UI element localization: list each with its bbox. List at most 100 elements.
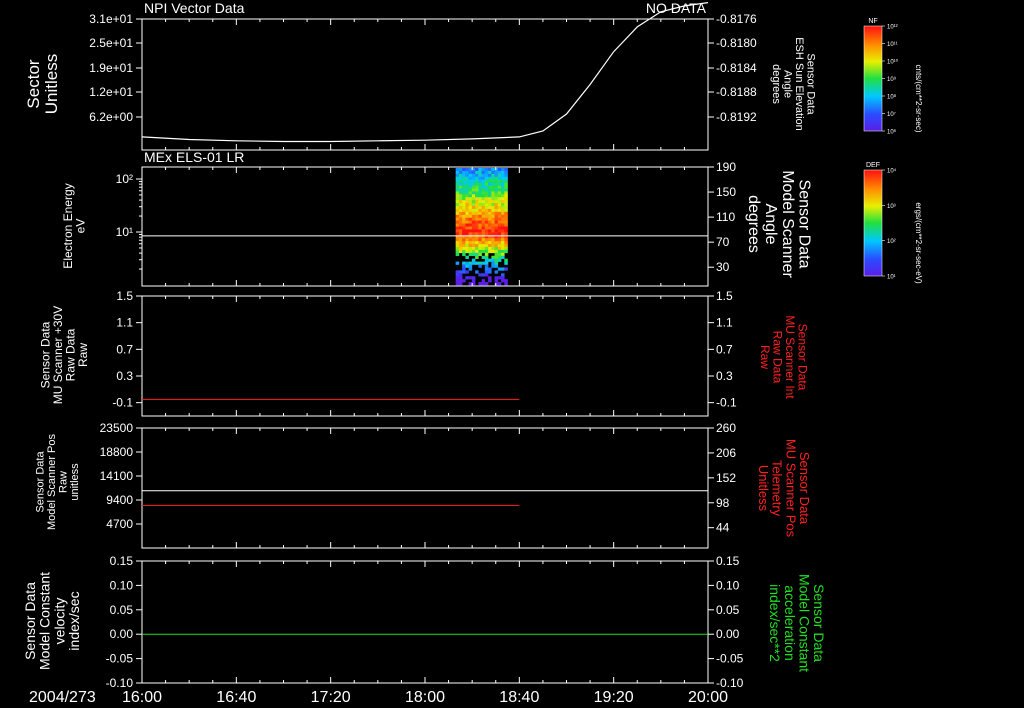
spectrogram-cell: [497, 276, 502, 280]
spectrogram-cell: [462, 252, 466, 257]
spectrogram-cell: [465, 191, 469, 195]
spectrogram-cell: [471, 170, 476, 175]
spectrogram-cell: [478, 208, 482, 213]
right-axis-label: Sensor DataMU Scanner PosTelemetryUnitle…: [756, 439, 812, 538]
left-tick-label: 0.3: [116, 369, 133, 383]
spectrogram-cell: [497, 194, 502, 198]
spectrogram-cell: [497, 179, 502, 183]
spectrogram-cell: [494, 182, 499, 186]
spectrogram-cell: [484, 179, 489, 183]
spectrogram-cell: [497, 203, 502, 207]
spectrogram-cell: [478, 217, 482, 221]
spectrogram-cell: [504, 223, 508, 227]
spectrogram-cell: [488, 168, 492, 172]
spectrogram-cell: [475, 188, 479, 192]
spectrogram-cell: [471, 179, 476, 183]
spectrogram-cell: [462, 208, 466, 213]
spectrogram-cell: [462, 179, 466, 183]
spectrogram-cell: [455, 217, 460, 221]
spectrogram-cell: [484, 208, 489, 213]
spectrogram-cell: [497, 267, 502, 271]
spectrogram-cell: [465, 217, 469, 221]
spectrogram-cell: [475, 179, 479, 183]
spectrogram-cell: [488, 211, 492, 216]
spectrogram-cell: [465, 214, 469, 219]
spectrogram-cell: [494, 223, 499, 227]
spectrogram-cell: [494, 279, 499, 283]
spectrogram-cell: [488, 208, 492, 213]
spectrogram-cell: [491, 214, 495, 219]
spectrogram-cell: [458, 229, 463, 233]
spectrogram-cell: [468, 179, 473, 183]
spectrogram-cell: [468, 241, 473, 245]
spectrogram-cell: [494, 211, 499, 216]
spectrogram-cell: [471, 238, 476, 242]
spectrogram-cell: [478, 252, 482, 257]
spectrogram-cell: [481, 255, 486, 259]
spectrogram-cell: [494, 170, 499, 175]
spectrogram-cell: [501, 214, 505, 219]
spectrogram-cell: [475, 211, 479, 216]
spectrogram-cell: [494, 185, 499, 189]
spectrogram-cell: [497, 211, 502, 216]
spectrogram-cell: [488, 188, 492, 192]
right-tick-label: 98: [716, 496, 730, 510]
spectrogram-cell: [468, 261, 473, 265]
spectrogram-cell: [504, 176, 508, 180]
spectrogram-cell: [501, 176, 505, 180]
spectrogram-cell: [484, 261, 489, 265]
spectrogram-cell: [494, 229, 499, 233]
spectrogram-cell: [455, 200, 460, 204]
spectrogram-cell: [468, 185, 473, 189]
spectrogram-cell: [475, 170, 479, 175]
spectrogram-cell: [462, 232, 466, 236]
spectrogram-cell: [481, 246, 486, 251]
spectrogram-cell: [494, 208, 499, 213]
spectrogram-cell: [475, 194, 479, 198]
right-tick-label: 0.00: [716, 627, 740, 641]
spectrogram-cell: [484, 246, 489, 251]
spectrogram-cell: [501, 276, 505, 280]
spectrogram-cell: [458, 276, 463, 280]
colorbar-tick-label: 10⁷: [887, 111, 896, 118]
spectrogram-cell: [501, 255, 505, 259]
time-tick-label: 16:00: [122, 689, 162, 706]
right-tick-label: -0.8188: [716, 85, 757, 99]
spectrogram-cell: [484, 203, 489, 207]
spectrogram-cell: [501, 206, 505, 210]
spectrogram-cell: [501, 220, 505, 224]
spectrogram-cell: [468, 229, 473, 233]
spectrogram-cell: [488, 185, 492, 189]
spectrogram-cell: [497, 282, 502, 286]
spectrogram-cell: [484, 258, 489, 262]
right-tick-label: -0.8192: [716, 110, 757, 124]
spectrogram-cell: [468, 244, 473, 248]
spectrogram-cell: [491, 179, 495, 183]
spectrogram-cell: [475, 208, 479, 213]
spectrogram-cell: [484, 206, 489, 210]
spectrogram-cell: [455, 208, 460, 213]
spectrogram-cell: [458, 208, 463, 213]
spectrogram-cell: [484, 191, 489, 195]
spectrogram-cell: [491, 264, 495, 268]
spectrogram-cell: [484, 200, 489, 204]
right-axis-label: Sensor DataModel Constantaccelerationind…: [767, 574, 827, 672]
spectrogram-cell: [458, 226, 463, 230]
spectrogram-cell: [481, 214, 486, 219]
spectrogram-cell: [494, 246, 499, 251]
spectrogram-cell: [462, 211, 466, 216]
spectrogram-cell: [501, 211, 505, 216]
time-tick-label: 18:40: [499, 689, 539, 706]
colorbar-nf: NF 10¹² 10¹¹ 10¹⁰ 10⁹ 10⁸ 10⁷ 10⁶ cnts/(cm**2-sr…: [863, 18, 923, 136]
spectrogram-cell: [465, 168, 469, 172]
colorbar-unit: ergs/(cm**2-sr-sec-eV): [914, 202, 923, 284]
spectrogram-cell: [465, 179, 469, 183]
spectrogram-cell: [478, 179, 482, 183]
colorbar-gradient: [863, 25, 883, 132]
spectrogram-cell: [488, 232, 492, 236]
spectrogram-cell: [471, 226, 476, 230]
spectrogram-cell: [491, 168, 495, 172]
colorbar-tick-label: 10³: [887, 204, 896, 210]
spectrogram-cell: [462, 270, 466, 274]
spectrogram-cell: [468, 226, 473, 230]
